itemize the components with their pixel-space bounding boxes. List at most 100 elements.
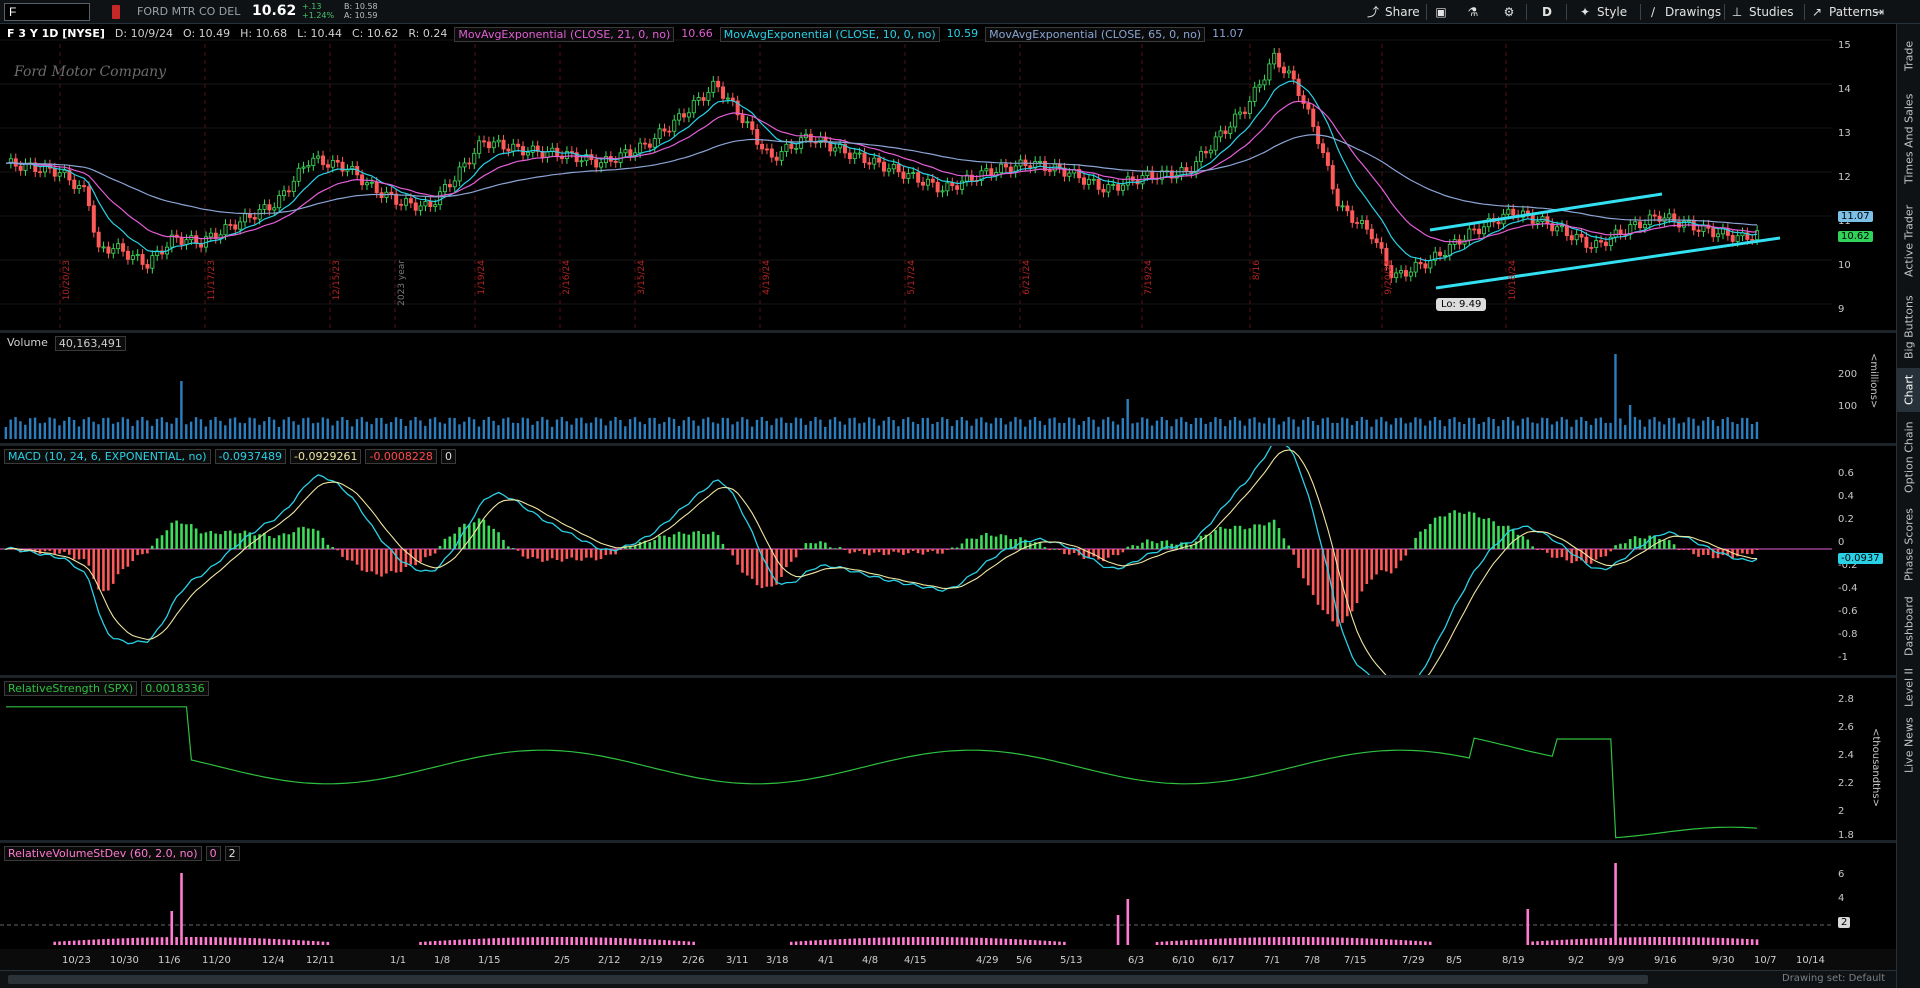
macd-histogram-bar [911, 549, 915, 551]
macd-title[interactable]: MACD (10, 24, 6, EXPONENTIAL, no) [4, 449, 211, 464]
macd-histogram-bar [243, 530, 247, 549]
candle-body [530, 145, 535, 153]
rvol-bar [1424, 941, 1427, 945]
sidetab-option-chain[interactable]: Option Chain [1897, 414, 1920, 500]
rs-chart[interactable] [0, 678, 1832, 840]
volume-bar [311, 423, 315, 439]
volume-bar [1365, 419, 1368, 439]
candle-body [1711, 227, 1716, 238]
volume-bar [609, 420, 612, 439]
snapshot-button[interactable]: ▣ [1434, 3, 1448, 21]
ema65-label[interactable]: MovAvgExponential (CLOSE, 65, 0, no) [985, 27, 1206, 42]
macd-histogram-bar [1531, 546, 1534, 549]
volume-bar [511, 422, 515, 439]
sidetab-big-buttons[interactable]: Big Buttons [1897, 288, 1920, 366]
candle-body [599, 162, 604, 168]
sidetab-phase-scores[interactable]: Phase Scores [1897, 502, 1920, 588]
macd-histogram-bar [555, 549, 559, 561]
rvol-bar [224, 937, 227, 945]
aggregation-label: D [1542, 5, 1552, 19]
relative-volume-panel[interactable]: RelativeVolumeStDev (60, 2.0, no) 0 2 [0, 843, 1832, 949]
rvol-title[interactable]: RelativeVolumeStDev (60, 2.0, no) [4, 846, 202, 861]
rvol-chart[interactable] [0, 843, 1832, 949]
volume-bar [487, 417, 490, 439]
symbol-input[interactable]: F [4, 3, 90, 21]
rvol-tick: 6 [1838, 869, 1845, 880]
flask-button[interactable]: ⚗ [1466, 3, 1480, 21]
volume-bar [755, 419, 759, 439]
volume-chart[interactable] [0, 333, 1832, 443]
rvol-bar [1575, 939, 1578, 945]
candle-body [1291, 70, 1296, 80]
volume-panel[interactable]: Volume 40,163,491 [0, 333, 1832, 443]
share-button[interactable]: ⤴ Share [1366, 3, 1420, 21]
rvol-bar [814, 940, 817, 945]
rvol-bar [1028, 939, 1032, 945]
rvol-bar [58, 941, 61, 945]
candle-body [1589, 247, 1594, 249]
macd-histogram-bar [87, 549, 91, 566]
sidetab-level-ii[interactable]: Level II [1897, 664, 1920, 710]
candle-body [1696, 229, 1701, 232]
studies-button[interactable]: ⊥ Studies [1730, 3, 1794, 21]
time-scrollbar[interactable] [8, 975, 1648, 984]
macd-panel[interactable]: MACD (10, 24, 6, EXPONENTIAL, no) -0.093… [0, 446, 1832, 675]
macd-histogram-bar [238, 533, 242, 549]
price-panel[interactable]: F 3 Y 1D [NYSE] D: 10/9/24 O: 10.49 H: 1… [0, 24, 1832, 330]
volume-bar [1185, 421, 1188, 439]
ema10-label[interactable]: MovAvgExponential (CLOSE, 10, 0, no) [719, 27, 940, 42]
sidetab-times-and-sales[interactable]: Times And Sales [1897, 84, 1920, 194]
rvol-bar [1658, 937, 1661, 945]
ema21-label[interactable]: MovAvgExponential (CLOSE, 21, 0, no) [454, 27, 675, 42]
candle-body [921, 181, 926, 186]
rs-title[interactable]: RelativeStrength (SPX) [4, 681, 138, 696]
date-tick: 10/7 [1754, 955, 1777, 966]
volume-bar [1585, 421, 1588, 439]
macd-histogram-bar [599, 549, 603, 560]
volume-bar [643, 424, 646, 439]
drawing-set-status[interactable]: Drawing set: Default [1782, 973, 1885, 984]
volume-bar [58, 425, 61, 439]
macd-histogram-bar [1560, 549, 1564, 558]
volume-bar [589, 422, 593, 439]
macd-histogram-bar [1614, 545, 1617, 549]
volume-bar [1477, 423, 1481, 439]
macd-histogram-bar [1063, 549, 1066, 555]
volume-bar [955, 420, 959, 439]
date-tick: 10/30 [110, 955, 139, 966]
volume-bar [1604, 422, 1607, 439]
sidetab-trade[interactable]: Trade [1897, 30, 1920, 82]
patterns-button[interactable]: ↗ Patterns [1810, 3, 1878, 21]
settings-button[interactable]: ⚙ [1502, 3, 1516, 21]
volume-header: Volume 40,163,491 [4, 336, 126, 351]
volume-bar [648, 417, 651, 439]
aggregation-button[interactable]: D [1542, 3, 1552, 21]
alert-flag-icon[interactable] [112, 5, 120, 19]
style-button[interactable]: ✦ Style [1578, 3, 1627, 21]
volume-bar [1355, 421, 1359, 439]
rvol-bar [1321, 937, 1325, 945]
rvol-bar [1682, 937, 1686, 945]
macd-histogram-bar [1672, 544, 1676, 549]
volume-bar [1214, 417, 1217, 439]
drawings-button[interactable]: ∕ Drawings [1646, 3, 1721, 21]
volume-bar [1024, 426, 1027, 439]
macd-histogram-bar [1009, 539, 1013, 549]
volume-bar [1653, 417, 1656, 439]
candle-body [423, 201, 428, 207]
macd-chart[interactable] [0, 446, 1832, 675]
relative-strength-panel[interactable]: RelativeStrength (SPX) 0.0018336 [0, 678, 1832, 840]
sidetab-dashboard[interactable]: Dashboard [1897, 590, 1920, 662]
volume-bar [687, 417, 690, 439]
rs-tick: 2.2 [1838, 778, 1854, 789]
volume-bar [1443, 426, 1446, 439]
sidetab-chart[interactable]: Chart [1897, 368, 1920, 412]
volume-bar [970, 425, 973, 439]
volume-bar [1106, 417, 1110, 439]
date-tick: 7/15 [1344, 955, 1367, 966]
collapse-button[interactable]: ⇥ [1872, 3, 1886, 21]
sidetab-active-trader[interactable]: Active Trader [1897, 196, 1920, 286]
sidetab-live-news[interactable]: Live News [1897, 712, 1920, 778]
price-axis[interactable]: 15 14 13 12 11 10 9 [1832, 24, 1896, 330]
rvol-bar [72, 940, 76, 945]
